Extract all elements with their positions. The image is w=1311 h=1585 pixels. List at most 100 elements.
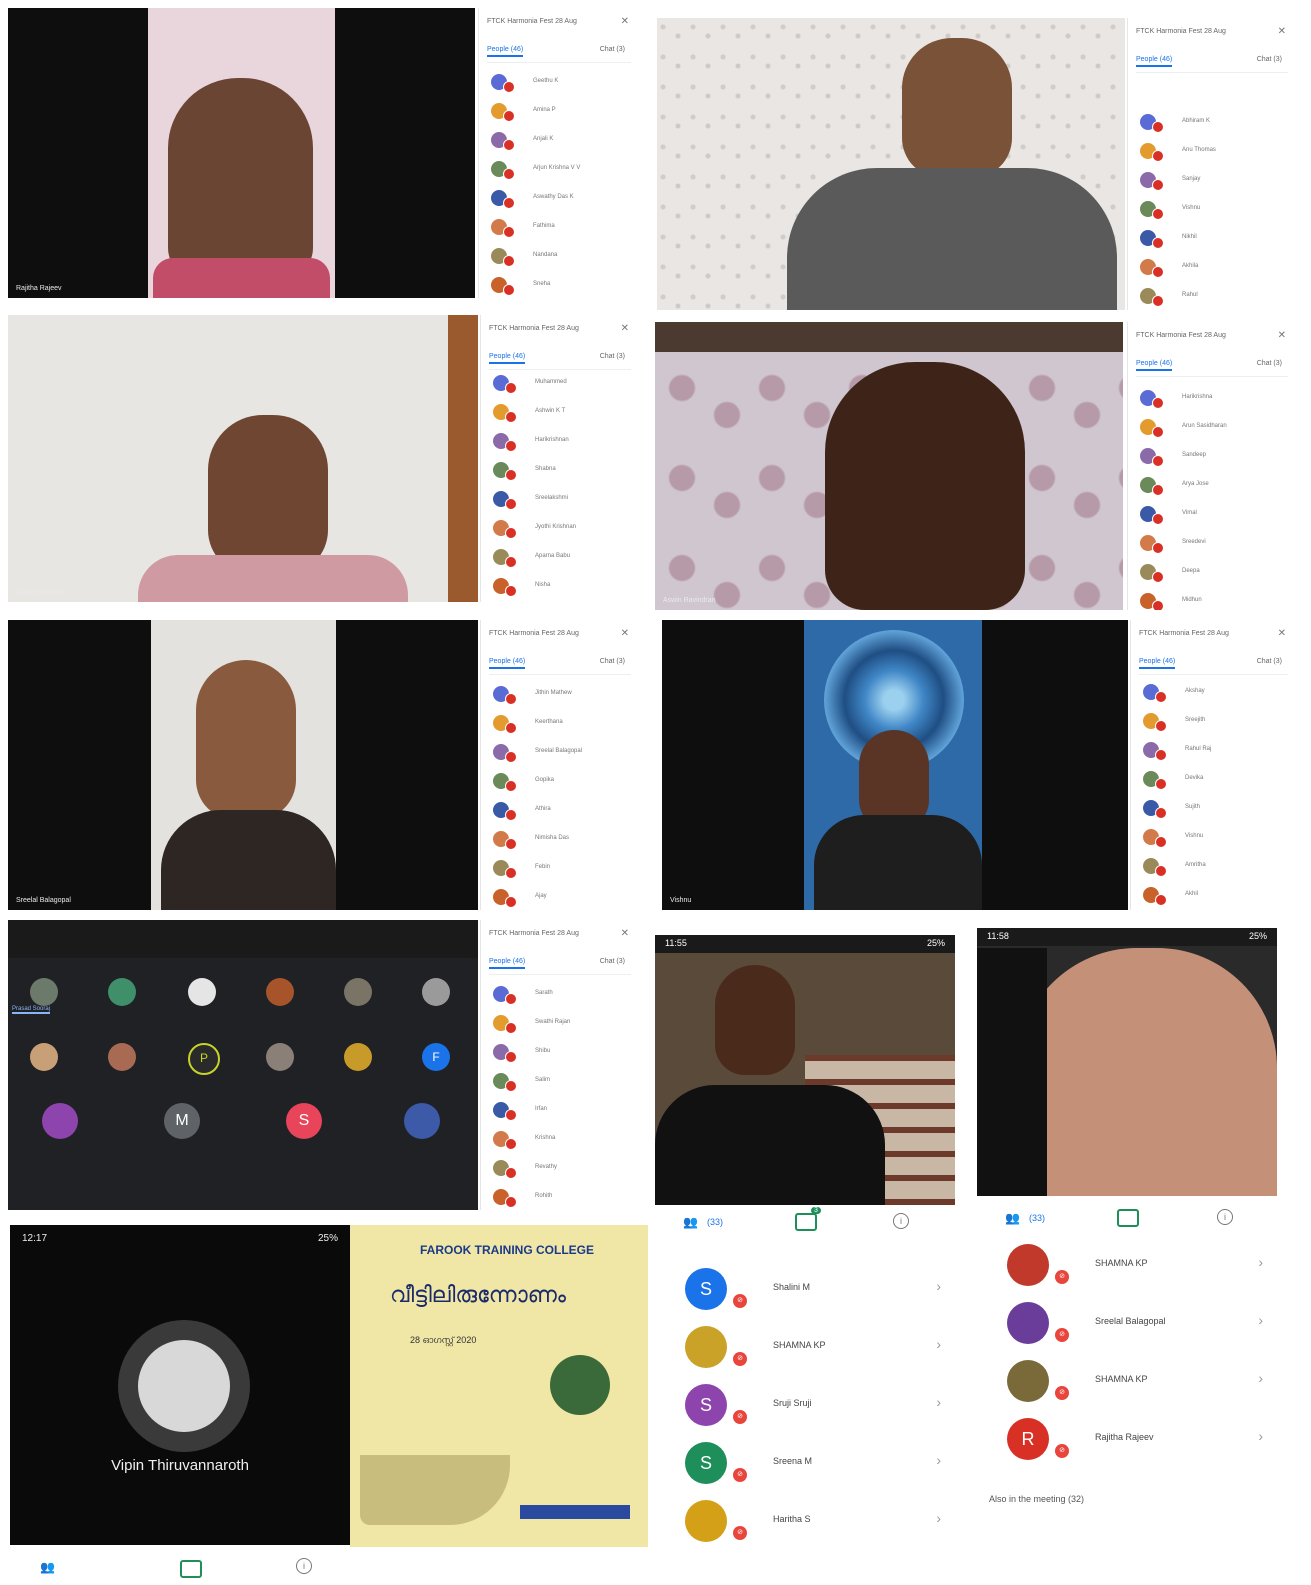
member-row[interactable]: ⊘ Sreelal Balagopal › — [977, 1294, 1277, 1350]
chevron-right-icon[interactable]: › — [1258, 1370, 1263, 1386]
participant-row[interactable]: Amina P — [491, 101, 621, 123]
participant-avatar[interactable] — [42, 1103, 78, 1139]
participant-row[interactable]: Ajay — [493, 887, 623, 909]
tab-people[interactable]: People (46) — [487, 46, 524, 57]
tab-people[interactable]: People (46) — [1136, 56, 1173, 67]
tab-chat[interactable]: Chat (3) — [1257, 658, 1282, 665]
close-icon[interactable]: ✕ — [1278, 26, 1286, 37]
participant-row[interactable]: Vimal — [1140, 504, 1270, 526]
close-icon[interactable]: ✕ — [1278, 628, 1286, 639]
participant-row[interactable]: Ashwin K T — [493, 402, 623, 424]
chevron-right-icon[interactable]: › — [936, 1336, 941, 1352]
member-row[interactable]: R ⊘ Rajitha Rajeev › — [977, 1410, 1277, 1466]
participant-row[interactable]: Sneha — [491, 275, 621, 297]
participant-row[interactable]: Akshay — [1143, 682, 1273, 704]
tab-chat[interactable]: Chat (3) — [600, 658, 625, 665]
member-row[interactable]: S ⊘ Sruji Sruji › — [655, 1376, 955, 1432]
participant-row[interactable]: Anjali K — [491, 130, 621, 152]
tab-chat[interactable]: Chat (3) — [1257, 360, 1282, 367]
participant-avatar[interactable] — [30, 978, 58, 1006]
member-row[interactable]: S ⊘ Sreena M › — [655, 1434, 955, 1490]
participant-row[interactable]: Rahul — [1140, 286, 1270, 308]
participant-row[interactable]: Geethu K — [491, 72, 621, 94]
participant-avatar[interactable]: S — [286, 1103, 322, 1139]
participant-avatar[interactable] — [266, 1043, 294, 1071]
participant-row[interactable]: Keerthana — [493, 713, 623, 735]
close-icon[interactable]: ✕ — [1278, 330, 1286, 341]
participant-row[interactable]: Swathi Rajan — [493, 1013, 623, 1035]
chevron-right-icon[interactable]: › — [1258, 1428, 1263, 1444]
participant-row[interactable]: Sreelakshmi — [493, 489, 623, 511]
chevron-right-icon[interactable]: › — [936, 1510, 941, 1526]
participant-row[interactable]: Anu Thomas — [1140, 141, 1270, 163]
member-row[interactable]: ⊘ SHAMNA KP › — [977, 1352, 1277, 1408]
tab-people[interactable]: People (46) — [489, 958, 526, 969]
participant-row[interactable]: Midhun — [1140, 591, 1270, 610]
participant-row[interactable]: Arun Sasidharan — [1140, 417, 1270, 439]
participant-row[interactable]: Sreejith — [1143, 711, 1273, 733]
participant-row[interactable]: Rahul Raj — [1143, 740, 1273, 762]
participant-row[interactable]: Arjun Krishna V V — [491, 159, 621, 181]
participant-avatar[interactable]: P — [188, 1043, 220, 1075]
participant-row[interactable]: Jithin Mathew — [493, 684, 623, 706]
tab-chat[interactable]: Chat (3) — [600, 353, 625, 360]
chevron-right-icon[interactable]: › — [936, 1278, 941, 1294]
participant-row[interactable]: Jyothi Krishnan — [493, 518, 623, 540]
participant-row[interactable]: Abhiram K — [1140, 112, 1270, 134]
participant-row[interactable]: Revathy — [493, 1158, 623, 1180]
participant-row[interactable]: Shabna — [493, 460, 623, 482]
participant-row[interactable]: Sreedevi — [1140, 533, 1270, 555]
participant-row[interactable]: Akhila — [1140, 257, 1270, 279]
participant-row[interactable]: Krishna — [493, 1129, 623, 1151]
close-icon[interactable]: ✕ — [621, 323, 629, 334]
people-icon[interactable]: 👥 — [40, 1560, 55, 1574]
chevron-right-icon[interactable]: › — [936, 1452, 941, 1468]
participant-row[interactable]: Shibu — [493, 1042, 623, 1064]
participant-avatar[interactable] — [422, 978, 450, 1006]
participant-avatar[interactable] — [344, 1043, 372, 1071]
tab-people[interactable]: People (46) — [489, 658, 526, 669]
participant-row[interactable]: Aparna Babu — [493, 547, 623, 569]
participant-row[interactable]: Nikhil — [1140, 228, 1270, 250]
member-row[interactable]: ⊘ SHAMNA KP › — [977, 1236, 1277, 1292]
tab-people[interactable]: People (46) — [489, 353, 526, 364]
participant-row[interactable]: Aswathy Das K — [491, 188, 621, 210]
tab-chat[interactable]: Chat (3) — [1257, 56, 1282, 63]
chevron-right-icon[interactable]: › — [1258, 1254, 1263, 1270]
tab-people[interactable]: People (46) — [1139, 658, 1176, 669]
participant-row[interactable]: Harikrishna — [1140, 388, 1270, 410]
participant-row[interactable]: Akhil — [1143, 885, 1273, 907]
participant-row[interactable]: Sandeep — [1140, 446, 1270, 468]
participant-row[interactable]: Sarath — [493, 984, 623, 1006]
tab-people[interactable]: People (46) — [1136, 360, 1173, 371]
participant-row[interactable]: Sujith — [1143, 798, 1273, 820]
chevron-right-icon[interactable]: › — [1258, 1312, 1263, 1328]
participant-avatar[interactable] — [344, 978, 372, 1006]
participant-row[interactable]: Irfan — [493, 1100, 623, 1122]
participant-row[interactable]: Nimisha Das — [493, 829, 623, 851]
participant-avatar[interactable] — [188, 978, 216, 1006]
participant-row[interactable]: Nandana — [491, 246, 621, 268]
participant-avatar[interactable]: F — [422, 1043, 450, 1071]
close-icon[interactable]: ✕ — [621, 16, 629, 27]
member-row[interactable]: ⊘ SHAMNA KP › — [655, 1318, 955, 1374]
participant-avatar[interactable] — [266, 978, 294, 1006]
participant-row[interactable]: Salim — [493, 1071, 623, 1093]
participant-avatar[interactable] — [108, 978, 136, 1006]
member-row[interactable]: S ⊘ Shalini M › — [655, 1260, 955, 1316]
close-icon[interactable]: ✕ — [621, 928, 629, 939]
close-icon[interactable]: ✕ — [621, 628, 629, 639]
tab-chat[interactable]: Chat (3) — [600, 46, 625, 53]
participant-row[interactable]: Sreelal Balagopal — [493, 742, 623, 764]
chevron-right-icon[interactable]: › — [936, 1394, 941, 1410]
participant-avatar[interactable] — [30, 1043, 58, 1071]
participant-row[interactable]: Muhammed — [493, 373, 623, 395]
participant-row[interactable]: Gopika — [493, 771, 623, 793]
participant-row[interactable]: Harikrishnan — [493, 431, 623, 453]
participant-avatar[interactable]: M — [164, 1103, 200, 1139]
participant-row[interactable]: Fathima — [491, 217, 621, 239]
participant-avatar[interactable] — [404, 1103, 440, 1139]
info-icon[interactable]: i — [296, 1558, 312, 1574]
participant-avatar[interactable] — [108, 1043, 136, 1071]
participant-row[interactable]: Vishnu — [1140, 199, 1270, 221]
